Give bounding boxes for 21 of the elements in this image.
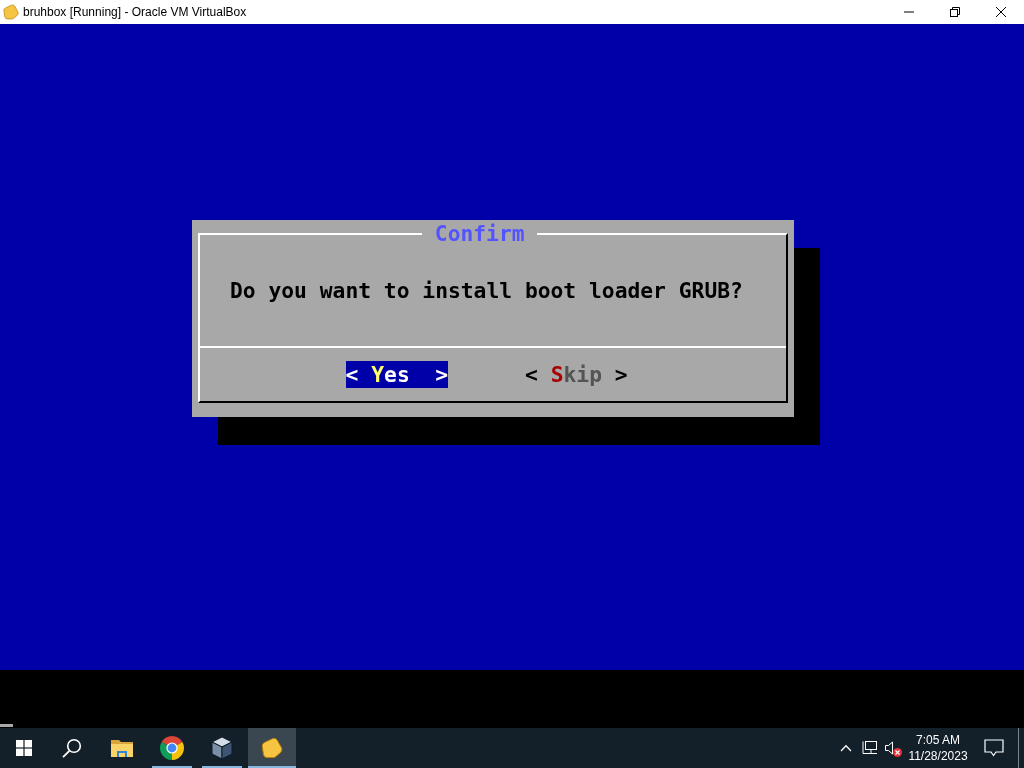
pentagon-icon (261, 737, 283, 759)
dialog-message: Do you want to install boot loader GRUB? (230, 276, 743, 305)
pentagon-icon (3, 4, 19, 20)
taskbar-app-button[interactable] (248, 728, 296, 768)
dialog-button[interactable]: < Yes > (345, 361, 449, 388)
text-cursor (0, 724, 13, 727)
clock-time: 7:05 AM (916, 732, 960, 748)
dialog-button[interactable]: < Skip > (525, 361, 628, 388)
chevron-up-icon[interactable] (840, 744, 852, 752)
window-title: bruhbox [Running] - Oracle VM VirtualBox (23, 4, 247, 20)
windows-logo-icon (16, 740, 32, 756)
speaker-muted-icon[interactable] (884, 739, 902, 757)
cube-icon (211, 736, 233, 760)
restore-icon (950, 7, 960, 17)
browser-icon (160, 736, 184, 760)
close-icon (996, 7, 1006, 17)
clock-date: 11/28/2023 (908, 748, 968, 764)
search-icon (62, 738, 82, 758)
message-icon (984, 739, 1004, 757)
network-icon[interactable] (862, 740, 878, 756)
folder-icon (110, 738, 134, 758)
